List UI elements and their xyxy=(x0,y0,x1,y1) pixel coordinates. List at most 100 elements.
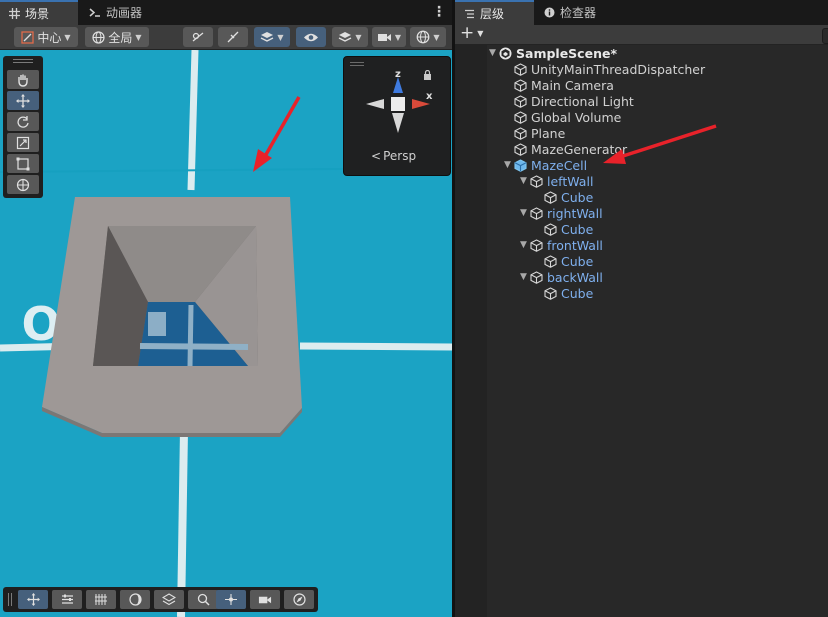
hierarchy-toolbar: + ▼ xyxy=(455,23,828,45)
gameobject-cube-icon xyxy=(514,78,527,92)
grid-hatch-icon xyxy=(95,594,107,605)
hierarchy-item[interactable]: Plane xyxy=(514,125,565,141)
gameobject-cube-icon xyxy=(544,190,557,204)
tab-hierarchy[interactable]: 层级 xyxy=(455,0,534,25)
scene-tab-bar: 场景 动画器 ⋮ xyxy=(0,0,452,25)
grid-snap-button[interactable] xyxy=(183,27,213,47)
gameobject-cube-icon xyxy=(530,206,543,220)
grid-icon xyxy=(9,8,20,19)
hierarchy-item[interactable]: Main Camera xyxy=(514,77,614,93)
shading-sphere-icon xyxy=(128,593,142,606)
overlay-camera-button[interactable] xyxy=(250,590,280,609)
overlay-grid-button[interactable] xyxy=(86,590,116,609)
hierarchy-item-label: rightWall xyxy=(547,205,603,221)
move-arrows-icon xyxy=(26,593,40,606)
foldout-arrow-icon[interactable]: ▼ xyxy=(518,176,529,186)
foldout-arrow-icon[interactable]: ▼ xyxy=(518,240,529,250)
hierarchy-item[interactable]: Cube xyxy=(544,253,593,269)
hierarchy-item[interactable]: ▼ leftWall xyxy=(518,173,593,189)
hierarchy-item[interactable]: ▼ frontWall xyxy=(518,237,603,253)
more-menu-button[interactable]: ⋮ xyxy=(432,4,446,20)
nodes-icon xyxy=(225,594,237,605)
gameobject-cube-icon xyxy=(530,238,543,252)
overlay-settings-button[interactable] xyxy=(52,590,82,609)
hierarchy-item[interactable]: Cube xyxy=(544,285,593,301)
axis-x-label: x xyxy=(426,91,433,102)
hierarchy-item[interactable]: Cube xyxy=(544,221,593,237)
visibility-toggle[interactable] xyxy=(296,27,326,47)
hand-icon xyxy=(18,74,28,87)
axis-gizmo-icon[interactable]: z x xyxy=(362,67,434,139)
pivot-icon xyxy=(21,30,35,44)
hierarchy-item-label: MazeCell xyxy=(531,157,588,173)
layers-icon xyxy=(261,31,274,42)
space-dropdown[interactable]: 全局 ▼ xyxy=(85,27,149,47)
hierarchy-item-label: backWall xyxy=(547,269,603,285)
chevron-down-icon: ▼ xyxy=(394,32,402,42)
camera-icon xyxy=(377,33,391,41)
animator-icon xyxy=(89,8,100,17)
hierarchy-item[interactable]: UnityMainThreadDispatcher xyxy=(514,61,705,77)
hierarchy-gutter xyxy=(455,45,487,617)
gameobject-cube-icon xyxy=(514,62,527,76)
gameobject-cube-icon xyxy=(514,142,527,156)
overlay-navmesh-button[interactable] xyxy=(154,590,184,609)
rect-tool-button[interactable] xyxy=(7,154,39,173)
gameobject-cube-icon xyxy=(514,110,527,124)
transform-tool-button[interactable] xyxy=(7,175,39,194)
tab-animator-label: 动画器 xyxy=(106,6,143,20)
foldout-arrow-icon[interactable]: ▼ xyxy=(518,208,529,218)
gameobject-cube-icon xyxy=(514,126,527,140)
overlay-move-button[interactable] xyxy=(18,590,48,609)
overlay-pivot-button[interactable] xyxy=(216,590,246,609)
hierarchy-item[interactable]: ▼ backWall xyxy=(518,269,603,285)
increment-snap-button[interactable] xyxy=(218,27,248,47)
hierarchy-item[interactable]: ▼ MazeCell xyxy=(502,157,587,173)
foldout-arrow-icon[interactable]: ▼ xyxy=(502,160,513,170)
hierarchy-item-label: Cube xyxy=(561,189,594,205)
layers-dropdown[interactable]: ▼ xyxy=(332,27,368,47)
draw-mode-dropdown[interactable]: ▼ xyxy=(254,27,290,47)
camera-dropdown[interactable]: ▼ xyxy=(372,27,406,47)
tab-inspector-label: 检查器 xyxy=(560,6,597,20)
hierarchy-scene-row[interactable]: ▼ SampleScene* xyxy=(487,45,617,61)
eye-icon xyxy=(304,33,318,41)
rotate-tool-button[interactable] xyxy=(7,112,39,131)
drag-handle-icon[interactable] xyxy=(8,593,12,606)
axis-z-label: z xyxy=(395,69,401,80)
scale-tool-button[interactable] xyxy=(7,133,39,152)
hierarchy-item-label: Main Camera xyxy=(531,77,614,93)
overlay-shading-button[interactable] xyxy=(120,590,150,609)
hierarchy-item-label: UnityMainThreadDispatcher xyxy=(531,61,706,77)
overlay-compass-button[interactable] xyxy=(284,590,314,609)
tab-inspector[interactable]: 检查器 xyxy=(535,0,625,25)
hierarchy-item[interactable]: ▼ rightWall xyxy=(518,205,603,221)
chevron-down-icon: ▼ xyxy=(433,32,440,42)
tab-scene-label: 场景 xyxy=(25,7,50,21)
foldout-arrow-icon[interactable]: ▼ xyxy=(487,48,498,58)
snap-icon xyxy=(192,32,204,42)
hierarchy-search-input[interactable] xyxy=(822,28,828,44)
gameobject-cube-icon xyxy=(544,254,557,268)
projection-toggle[interactable]: < Persp xyxy=(371,149,416,163)
pivot-label: 中心 xyxy=(37,30,62,45)
drag-handle-icon[interactable] xyxy=(13,59,33,63)
foldout-arrow-icon[interactable]: ▼ xyxy=(518,272,529,282)
tab-scene[interactable]: 场景 xyxy=(0,0,78,25)
drag-handle-icon[interactable] xyxy=(350,62,364,66)
orientation-gizmo[interactable]: z x < Persp xyxy=(343,56,451,176)
tab-animator[interactable]: 动画器 xyxy=(80,0,170,25)
pivot-dropdown[interactable]: 中心 ▼ xyxy=(14,27,78,47)
overlay-search-button[interactable] xyxy=(188,590,218,609)
hand-tool-button[interactable] xyxy=(7,70,39,89)
hierarchy-item[interactable]: Directional Light xyxy=(514,93,634,109)
gizmos-dropdown[interactable]: ▼ xyxy=(410,27,446,47)
add-object-dropdown[interactable]: + ▼ xyxy=(460,23,483,43)
add-icon: + xyxy=(460,23,475,43)
space-label: 全局 xyxy=(108,30,133,45)
scene-name: SampleScene* xyxy=(516,45,617,61)
move-tool-button[interactable] xyxy=(7,91,39,110)
sliders-icon xyxy=(61,594,73,604)
gameobject-cube-icon xyxy=(544,222,557,236)
hierarchy-item[interactable]: Cube xyxy=(544,189,593,205)
